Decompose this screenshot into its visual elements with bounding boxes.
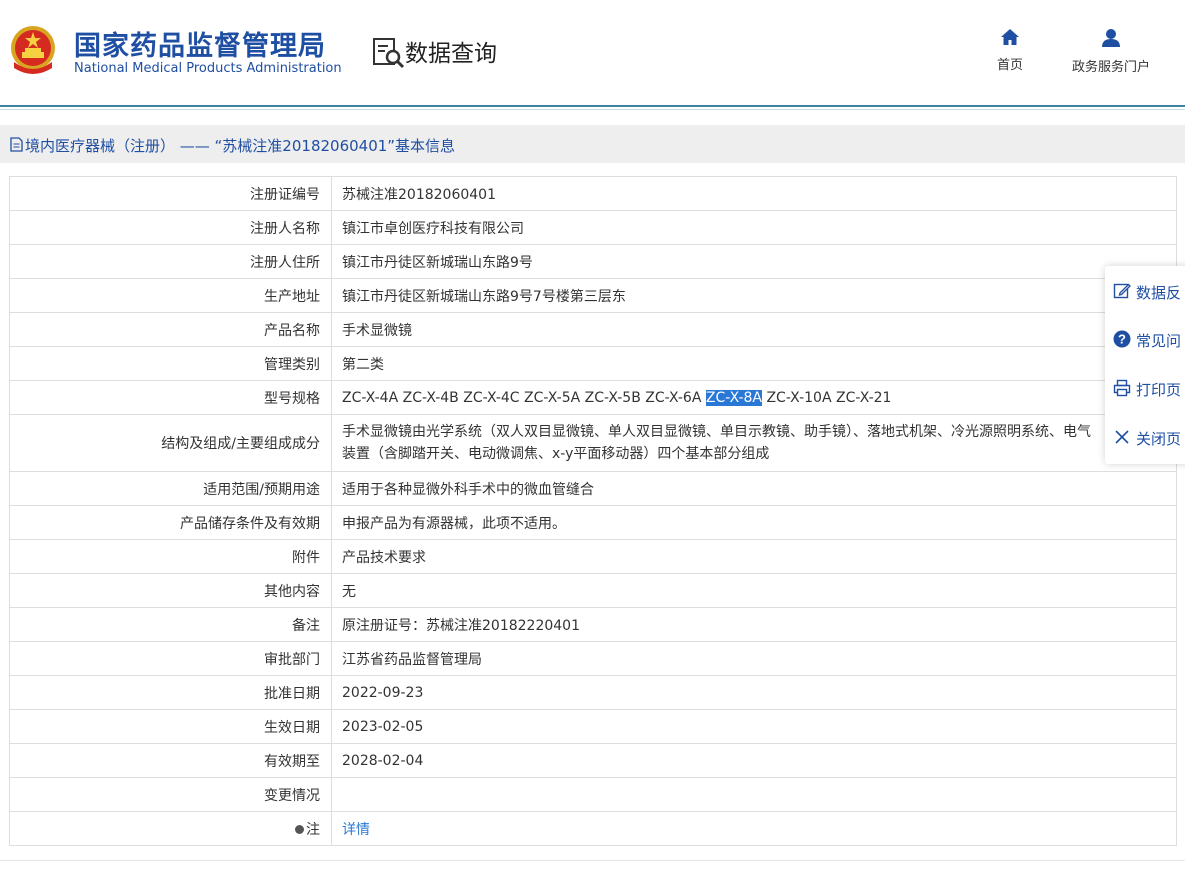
registration-info-table: 注册证编号 苏械注准20182060401 注册人名称 镇江市卓创医疗科技有限公…: [9, 176, 1177, 846]
nav-home-label: 首页: [996, 58, 1023, 73]
field-label: 审批部门: [9, 641, 332, 676]
table-row: 注 详情: [9, 811, 1177, 846]
storage-value: 申报产品为有源器械，此项不适用。: [331, 505, 1177, 540]
table-row: 其他内容 无: [9, 573, 1177, 608]
remarks-value: 原注册证号：苏械注准20182220401: [331, 607, 1177, 642]
print-button[interactable]: 打印页: [1105, 369, 1185, 409]
field-label: 生产地址: [9, 278, 332, 313]
header-divider: [0, 105, 1185, 107]
nav-home[interactable]: 首页: [990, 28, 1030, 73]
table-row: 附件 产品技术要求: [9, 539, 1177, 574]
question-icon: ?: [1113, 330, 1131, 348]
structure-value: 手术显微镜由光学系统（双人双目显微镜、单人双目显微镜、单目示教镜、助手镜）、落地…: [342, 424, 1091, 462]
field-label: 附件: [9, 539, 332, 574]
scope-value: 适用于各种显微外科手术中的微血管缝合: [331, 471, 1177, 506]
valid-until-value: 2028-02-04: [331, 743, 1177, 778]
footer-divider: [0, 860, 1185, 861]
close-icon: [1115, 430, 1129, 444]
production-address-value: 镇江市丹徒区新城瑞山东路9号7号楼第三层东: [331, 278, 1177, 313]
table-row: 结构及组成/主要组成成分 手术显微镜由光学系统（双人双目显微镜、单人双目显微镜、…: [9, 414, 1177, 472]
table-row: 变更情况: [9, 777, 1177, 812]
breadcrumb-text: 境内医疗器械（注册） —— “苏械注准20182060401”基本信息: [25, 137, 456, 155]
svg-text:?: ?: [1118, 332, 1126, 347]
table-row: 有效期至 2028-02-04: [9, 743, 1177, 778]
change-value: [331, 777, 1177, 812]
product-name-value: 手术显微镜: [331, 312, 1177, 347]
field-label: 注册人名称: [9, 210, 332, 245]
field-label: 注册人住所: [9, 244, 332, 279]
note-label-cell: 注: [9, 811, 332, 846]
table-row: 审批部门 江苏省药品监督管理局: [9, 641, 1177, 676]
feedback-label: 数据反: [1136, 284, 1182, 302]
field-label: 产品名称: [9, 312, 332, 347]
attachment-value: 产品技术要求: [331, 539, 1177, 574]
floating-toolbar: 数据反 ? 常见问 打印页 关闭页: [1105, 266, 1185, 464]
table-row: 注册人名称 镇江市卓创医疗科技有限公司: [9, 210, 1177, 245]
table-row: 生效日期 2023-02-05: [9, 709, 1177, 744]
note-cell: 详情: [331, 811, 1177, 846]
brand-title-cn: 国家药品监督管理局: [74, 31, 326, 62]
nav-service-portal-label: 政务服务门户: [1071, 60, 1150, 75]
table-row: 产品名称 手术显微镜: [9, 312, 1177, 347]
close-page-label: 关闭页: [1136, 430, 1182, 448]
table-row: 产品储存条件及有效期 申报产品为有源器械，此项不适用。: [9, 505, 1177, 540]
section-title: 数据查询: [405, 41, 497, 67]
approval-dept-value: 江苏省药品监督管理局: [331, 641, 1177, 676]
table-row: 型号规格 ZC-X-4A ZC-X-4B ZC-X-4C ZC-X-5A ZC-…: [9, 380, 1177, 415]
site-header: 国家药品监督管理局 National Medical Products Admi…: [0, 0, 1185, 106]
model-spec-value: ZC-X-4A ZC-X-4B ZC-X-4C ZC-X-5A ZC-X-5B …: [331, 380, 1177, 415]
effective-date-value: 2023-02-05: [331, 709, 1177, 744]
approval-date-value: 2022-09-23: [331, 675, 1177, 710]
registrant-name-value: 镇江市卓创医疗科技有限公司: [331, 210, 1177, 245]
table-row: 备注 原注册证号：苏械注准20182220401: [9, 607, 1177, 642]
field-label: 变更情况: [9, 777, 332, 812]
table-row: 注册证编号 苏械注准20182060401: [9, 176, 1177, 211]
table-row: 适用范围/预期用途 适用于各种显微外科手术中的微血管缝合: [9, 471, 1177, 506]
field-label: 管理类别: [9, 346, 332, 381]
nav-service-portal[interactable]: 政务服务门户: [1062, 28, 1160, 75]
other-value: 无: [331, 573, 1177, 608]
bullet-icon: [295, 825, 304, 834]
table-row: 批准日期 2022-09-23: [9, 675, 1177, 710]
print-label: 打印页: [1136, 381, 1182, 399]
structure-cell: 手术显微镜由光学系统（双人双目显微镜、单人双目显微镜、单目示教镜、助手镜）、落地…: [331, 414, 1177, 472]
model-spec-selected[interactable]: ZC-X-8A: [705, 389, 763, 406]
model-spec-text: ZC-X-4A ZC-X-4B ZC-X-4C ZC-X-5A ZC-X-5B …: [342, 389, 706, 406]
header-divider-thin: [0, 109, 1185, 110]
field-label: 生效日期: [9, 709, 332, 744]
model-spec-text-rest: ZC-X-10A ZC-X-21: [762, 389, 892, 406]
details-link[interactable]: 详情: [342, 822, 370, 838]
table-row: 管理类别 第二类: [9, 346, 1177, 381]
document-icon: [10, 137, 23, 152]
print-icon: [1113, 379, 1131, 397]
breadcrumb: 境内医疗器械（注册） —— “苏械注准20182060401”基本信息: [0, 125, 1185, 163]
home-icon: [1001, 29, 1019, 45]
table-row: 注册人住所 镇江市丹徒区新城瑞山东路9号: [9, 244, 1177, 279]
field-label: 产品储存条件及有效期: [9, 505, 332, 540]
field-label: 注册证编号: [9, 176, 332, 211]
data-search-icon: [373, 38, 405, 69]
edit-icon: [1113, 283, 1131, 299]
field-label: 结构及组成/主要组成成分: [9, 414, 332, 472]
registration-no-value: 苏械注准20182060401: [331, 176, 1177, 211]
faq-label: 常见问: [1136, 332, 1182, 350]
field-label: 型号规格: [9, 380, 332, 415]
feedback-button[interactable]: 数据反: [1105, 272, 1185, 312]
field-label: 注: [306, 821, 320, 838]
management-class-value: 第二类: [331, 346, 1177, 381]
close-page-button[interactable]: 关闭页: [1105, 418, 1185, 458]
field-label: 适用范围/预期用途: [9, 471, 332, 506]
field-label: 其他内容: [9, 573, 332, 608]
registrant-address-value: 镇江市丹徒区新城瑞山东路9号: [331, 244, 1177, 279]
field-label: 有效期至: [9, 743, 332, 778]
field-label: 批准日期: [9, 675, 332, 710]
brand-title-en: National Medical Products Administration: [74, 61, 342, 76]
field-label: 备注: [9, 607, 332, 642]
user-icon: [1102, 29, 1120, 47]
faq-button[interactable]: ? 常见问: [1105, 320, 1185, 360]
national-emblem-icon: [11, 26, 55, 74]
table-row: 生产地址 镇江市丹徒区新城瑞山东路9号7号楼第三层东: [9, 278, 1177, 313]
